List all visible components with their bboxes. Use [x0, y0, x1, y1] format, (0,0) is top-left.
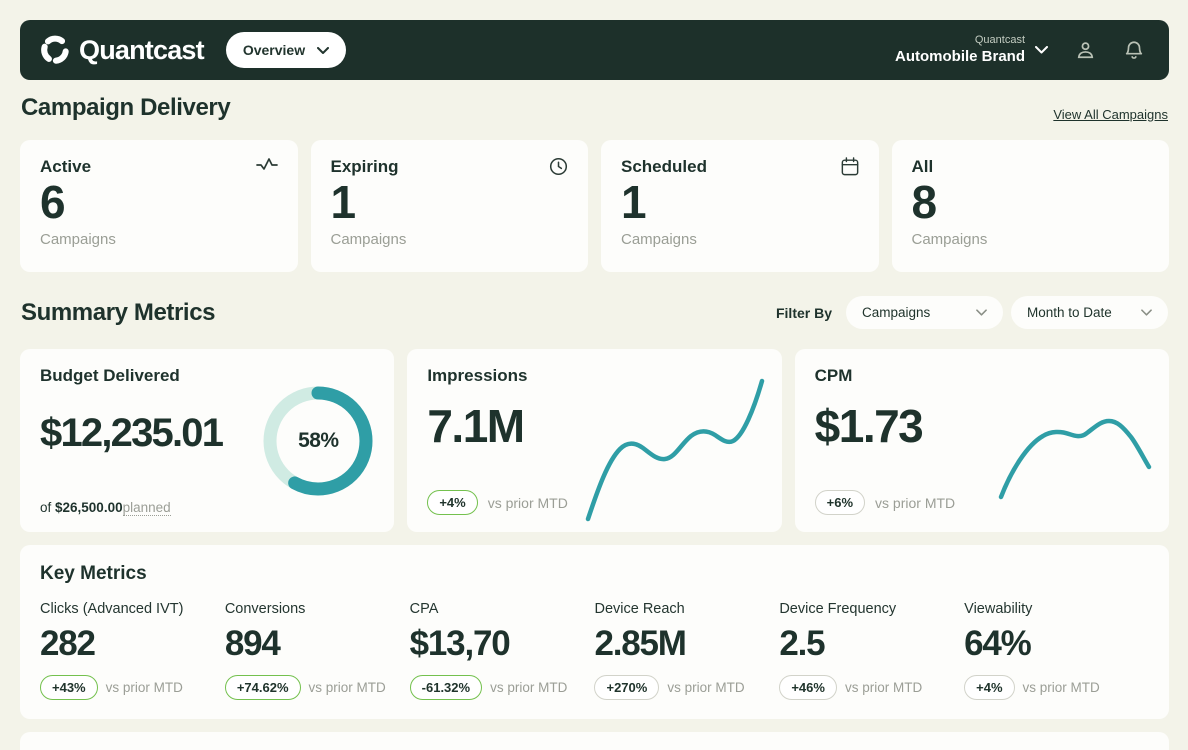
cpm-card: CPM $1.73 +6% vs prior MTD: [795, 349, 1169, 532]
key-metric-value: 894: [225, 624, 410, 664]
key-metrics-title: Key Metrics: [40, 563, 1149, 585]
bell-icon[interactable]: [1123, 39, 1145, 62]
key-metric-label: CPA: [410, 601, 595, 617]
campaigns-filter-dropdown[interactable]: Campaigns: [846, 296, 1003, 329]
user-icon[interactable]: [1074, 39, 1097, 62]
campaign-card-label: Expiring: [331, 157, 399, 177]
campaign-card-unit: Campaigns: [621, 231, 859, 248]
key-metrics-card: Key Metrics Clicks (Advanced IVT) 282 +4…: [20, 545, 1169, 719]
key-metric-device-frequency: Device Frequency 2.5 +46% vs prior MTD: [779, 601, 964, 700]
impressions-compare-label: vs prior MTD: [488, 495, 568, 511]
impressions-card: Impressions 7.1M +4% vs prior MTD: [407, 349, 781, 532]
account-org-label: Quantcast: [895, 34, 1025, 48]
key-metric-value: 2.85M: [594, 624, 779, 664]
clock-icon: [549, 157, 568, 176]
cpm-compare-label: vs prior MTD: [875, 495, 955, 511]
quantcast-logo: Quantcast: [40, 35, 204, 66]
campaign-card-unit: Campaigns: [40, 231, 278, 248]
campaign-card-all[interactable]: All 8 Campaigns: [892, 140, 1170, 272]
key-metric-cpa: CPA $13,70 -61.32% vs prior MTD: [410, 601, 595, 700]
chevron-down-icon: [1141, 309, 1152, 316]
chevron-down-icon: [1035, 46, 1048, 54]
budget-percent-label: 58%: [258, 381, 378, 501]
key-metric-label: Conversions: [225, 601, 410, 617]
calendar-icon: [841, 157, 859, 176]
key-metric-clicks: Clicks (Advanced IVT) 282 +43% vs prior …: [40, 601, 225, 700]
budget-planned-prefix: of: [40, 500, 55, 515]
cpm-sparkline: [955, 359, 1155, 527]
filter-by-label: Filter By: [776, 305, 832, 321]
budget-delivered-card: Budget Delivered $12,235.01 of $26,500.0…: [20, 349, 394, 532]
impressions-delta-badge: +4%: [427, 490, 477, 515]
key-metric-viewability: Viewability 64% +4% vs prior MTD: [964, 601, 1149, 700]
date-range-filter-dropdown[interactable]: Month to Date: [1011, 296, 1168, 329]
account-name-label: Automobile Brand: [895, 48, 1025, 67]
key-metric-compare-label: vs prior MTD: [667, 680, 744, 695]
summary-metrics-title: Summary Metrics: [21, 299, 215, 327]
campaign-card-value: 1: [621, 178, 859, 226]
budget-donut-chart: 58%: [258, 381, 378, 501]
campaign-card-value: 8: [912, 178, 1150, 226]
key-metric-label: Device Reach: [594, 601, 779, 617]
overview-dropdown-label: Overview: [243, 42, 305, 58]
campaign-card-label: All: [912, 157, 934, 177]
key-metric-compare-label: vs prior MTD: [1023, 680, 1100, 695]
key-metric-value: 2.5: [779, 624, 964, 664]
key-metric-conversions: Conversions 894 +74.62% vs prior MTD: [225, 601, 410, 700]
budget-planned-line: of $26,500.00planned: [40, 500, 171, 515]
view-all-campaigns-link[interactable]: View All Campaigns: [1053, 107, 1168, 122]
key-metric-compare-label: vs prior MTD: [106, 680, 183, 695]
key-metric-delta-badge: +270%: [594, 675, 659, 700]
campaign-card-label: Scheduled: [621, 157, 707, 177]
next-section-card-partial: [20, 732, 1169, 750]
campaign-card-unit: Campaigns: [331, 231, 569, 248]
campaign-card-unit: Campaigns: [912, 231, 1150, 248]
account-switcher[interactable]: Quantcast Automobile Brand: [895, 34, 1048, 67]
key-metric-delta-badge: +4%: [964, 675, 1014, 700]
key-metric-value: 64%: [964, 624, 1149, 664]
date-range-filter-value: Month to Date: [1027, 305, 1112, 320]
key-metric-delta-badge: +43%: [40, 675, 98, 700]
campaign-card-value: 6: [40, 178, 278, 226]
key-metrics-grid: Clicks (Advanced IVT) 282 +43% vs prior …: [40, 601, 1149, 700]
budget-planned-term[interactable]: planned: [123, 500, 171, 516]
key-metric-delta-badge: +74.62%: [225, 675, 301, 700]
key-metric-delta-badge: -61.32%: [410, 675, 482, 700]
top-navigation-bar: Quantcast Overview Quantcast Automobile …: [20, 20, 1169, 80]
key-metric-device-reach: Device Reach 2.85M +270% vs prior MTD: [594, 601, 779, 700]
chevron-down-icon: [976, 309, 987, 316]
key-metric-value: $13,70: [410, 624, 595, 664]
campaigns-filter-value: Campaigns: [862, 305, 930, 320]
chevron-down-icon: [317, 47, 329, 54]
campaign-card-scheduled[interactable]: Scheduled 1 Campaigns: [601, 140, 879, 272]
summary-metric-cards: Budget Delivered $12,235.01 of $26,500.0…: [20, 349, 1169, 532]
campaign-card-value: 1: [331, 178, 569, 226]
dashboard-page: Quantcast Overview Quantcast Automobile …: [0, 0, 1188, 750]
key-metric-compare-label: vs prior MTD: [845, 680, 922, 695]
key-metric-label: Clicks (Advanced IVT): [40, 601, 225, 617]
impressions-sparkline: [568, 359, 768, 527]
key-metric-value: 282: [40, 624, 225, 664]
key-metric-label: Device Frequency: [779, 601, 964, 617]
key-metric-label: Viewability: [964, 601, 1149, 617]
overview-dropdown-button[interactable]: Overview: [226, 32, 346, 68]
brand-wordmark: Quantcast: [79, 35, 204, 66]
cpm-delta-badge: +6%: [815, 490, 865, 515]
pulse-icon: [256, 157, 278, 171]
key-metric-delta-badge: +46%: [779, 675, 837, 700]
campaign-card-label: Active: [40, 157, 91, 177]
key-metric-compare-label: vs prior MTD: [490, 680, 567, 695]
campaign-status-cards: Active 6 Campaigns Expiring: [20, 140, 1169, 272]
quantcast-mark-icon: [40, 35, 70, 65]
campaign-delivery-title: Campaign Delivery: [21, 94, 230, 122]
key-metric-compare-label: vs prior MTD: [309, 680, 386, 695]
budget-planned-amount: $26,500.00: [55, 500, 123, 515]
campaign-card-active[interactable]: Active 6 Campaigns: [20, 140, 298, 272]
campaign-card-expiring[interactable]: Expiring 1 Campaigns: [311, 140, 589, 272]
